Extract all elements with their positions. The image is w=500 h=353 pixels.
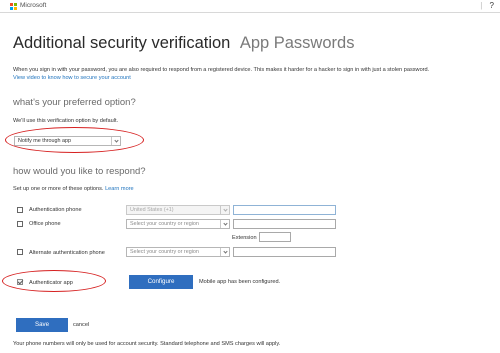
cancel-link[interactable]: cancel — [73, 322, 89, 328]
extension-input[interactable] — [259, 232, 291, 242]
intro-text: When you sign in with your password, you… — [13, 67, 430, 73]
app-status-text: Mobile app has been configured. — [199, 279, 281, 285]
office-phone-label: Office phone — [29, 221, 61, 227]
auth-phone-number-input[interactable] — [233, 205, 336, 215]
preferred-option-title: what's your preferred option? — [13, 97, 136, 108]
toolbar-separator: | — [480, 1, 483, 10]
intro-text-block: When you sign in with your password, you… — [13, 66, 493, 82]
learn-more-link[interactable]: Learn more — [105, 186, 134, 192]
respond-title: how would you like to respond? — [13, 166, 146, 177]
brand-name: Microsoft — [20, 2, 47, 9]
chevron-down-icon — [220, 248, 229, 256]
alt-phone-country-select[interactable]: Select your country or region — [126, 247, 230, 257]
preferred-option-value: Notify me through app — [18, 138, 72, 144]
page-heading: Additional security verification App Pas… — [13, 34, 354, 53]
chevron-down-icon — [111, 137, 120, 145]
office-phone-country-value: Select your country or region — [130, 221, 199, 227]
respond-note: Set up one or more of these options. — [13, 186, 104, 192]
video-link[interactable]: View video to know how to secure your ac… — [13, 74, 493, 82]
respond-note-line: Set up one or more of these options. Lea… — [13, 186, 134, 192]
microsoft-logo-icon — [10, 3, 17, 10]
top-right-tools: | ? — [480, 1, 494, 10]
configure-button[interactable]: Configure — [129, 275, 193, 289]
help-icon[interactable]: ? — [490, 1, 494, 10]
office-phone-country-select[interactable]: Select your country or region — [126, 219, 230, 229]
page-title: Additional security verification — [13, 34, 231, 52]
auth-phone-label: Authentication phone — [29, 207, 82, 213]
extension-label: Extension — [232, 235, 257, 241]
top-bar: Microsoft | ? — [0, 0, 500, 13]
alt-phone-number-input[interactable] — [233, 247, 336, 257]
auth-phone-country-value: United States (+1) — [130, 207, 174, 213]
save-button[interactable]: Save — [16, 318, 68, 332]
chevron-down-icon — [220, 206, 229, 214]
footer-note: Your phone numbers will only be used for… — [13, 341, 281, 347]
chevron-down-icon — [220, 220, 229, 228]
preferred-option-note: We'll use this verification option by de… — [13, 118, 119, 124]
auth-phone-checkbox[interactable] — [17, 207, 23, 213]
alt-phone-label: Alternate authentication phone — [29, 250, 105, 256]
alt-phone-checkbox[interactable] — [17, 249, 23, 255]
office-phone-number-input[interactable] — [233, 219, 336, 229]
auth-phone-country-select[interactable]: United States (+1) — [126, 205, 230, 215]
authenticator-app-label: Authenticator app — [29, 280, 73, 286]
preferred-option-select[interactable]: Notify me through app — [14, 136, 121, 146]
tab-app-passwords[interactable]: App Passwords — [240, 34, 355, 52]
authenticator-app-checkbox[interactable] — [17, 279, 23, 285]
office-phone-checkbox[interactable] — [17, 221, 23, 227]
alt-phone-country-value: Select your country or region — [130, 249, 199, 255]
